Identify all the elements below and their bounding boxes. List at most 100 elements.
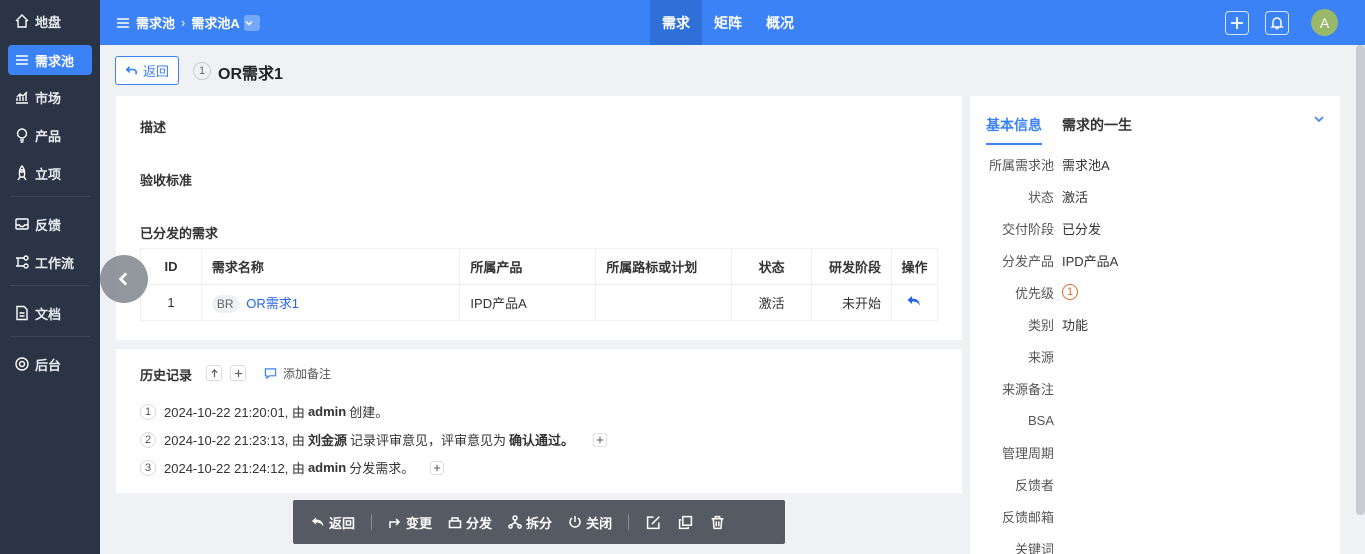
property-value: 已分发 bbox=[1062, 221, 1102, 237]
breadcrumb-current[interactable]: 需求池A bbox=[191, 13, 239, 32]
left-nav: 地盘 需求池 市场 产品 立项 反馈 工作流 文档 后台 bbox=[0, 0, 100, 554]
history-number: 1 bbox=[140, 403, 156, 420]
add-button[interactable] bbox=[1225, 10, 1249, 35]
property-value: 激活 bbox=[1062, 189, 1089, 205]
cell-name: BR OR需求1 bbox=[200, 284, 461, 321]
nav-label: 需求池 bbox=[35, 53, 75, 69]
nav-divider bbox=[10, 285, 90, 286]
col-status[interactable]: 状态 bbox=[731, 248, 813, 285]
expand-entry-button[interactable] bbox=[430, 460, 445, 475]
nav-item-workflow[interactable]: 工作流 bbox=[8, 247, 92, 277]
top-tabs: 需求 矩阵 概况 bbox=[650, 0, 806, 45]
inbox-icon bbox=[15, 218, 29, 230]
action-toolbar: 返回 变更 分发 拆分 关闭 bbox=[293, 500, 785, 544]
nav-label: 反馈 bbox=[35, 217, 62, 233]
back-action-button[interactable]: 返回 bbox=[303, 513, 363, 532]
tab-requirements[interactable]: 需求 bbox=[650, 0, 702, 45]
property-row: 来源备注 bbox=[970, 378, 1340, 398]
history-action: 创建。 bbox=[349, 405, 389, 420]
back-button[interactable]: 返回 bbox=[115, 56, 179, 85]
history-actor: admin bbox=[307, 404, 347, 419]
cell-id: 1 bbox=[140, 284, 202, 321]
history-number: 2 bbox=[140, 431, 156, 448]
requirement-index: 1 bbox=[193, 62, 211, 80]
add-note-button[interactable]: 添加备注 bbox=[264, 365, 331, 382]
nav-label: 工作流 bbox=[35, 255, 75, 271]
undo-icon[interactable] bbox=[906, 293, 922, 309]
col-id[interactable]: ID bbox=[140, 248, 202, 285]
scrollbar[interactable] bbox=[1356, 45, 1365, 515]
distribute-button[interactable]: 分发 bbox=[440, 513, 500, 532]
nav-item-docs[interactable]: 文档 bbox=[8, 298, 92, 328]
history-entry: 1 2024-10-22 21:20:01, 由 admin 创建。 bbox=[140, 402, 388, 421]
plus-icon bbox=[1231, 16, 1243, 29]
history-action: 记录评审意见，评审意见为 bbox=[349, 433, 506, 448]
property-value: 功能 bbox=[1062, 317, 1089, 333]
page-title: OR需求1 bbox=[218, 66, 283, 83]
property-label: 优先级 bbox=[1014, 285, 1054, 301]
close-requirement-button[interactable]: 关闭 bbox=[560, 513, 620, 532]
arrow-up-icon bbox=[210, 368, 218, 377]
copy-button[interactable] bbox=[673, 515, 697, 530]
expand-all-button[interactable] bbox=[230, 365, 246, 381]
breadcrumb-separator: › bbox=[181, 15, 186, 30]
tab-matrix[interactable]: 矩阵 bbox=[702, 0, 754, 45]
chevron-down-icon[interactable] bbox=[1312, 112, 1326, 126]
acceptance-title: 验收标准 bbox=[140, 173, 193, 188]
nav-item-requirement-pool[interactable]: 需求池 bbox=[8, 45, 92, 75]
property-row: 反馈者 bbox=[970, 474, 1340, 494]
property-value: IPD产品A bbox=[1062, 253, 1119, 269]
property-label: 状态 bbox=[1027, 189, 1054, 205]
col-stage[interactable]: 研发阶段 bbox=[811, 248, 892, 285]
col-product[interactable]: 所属产品 bbox=[459, 248, 597, 285]
history-entry: 3 2024-10-22 21:24:12, 由 admin 分发需求。 bbox=[140, 458, 445, 477]
tab-basic-info[interactable]: 基本信息 bbox=[986, 115, 1042, 145]
nav-item-home[interactable]: 地盘 bbox=[8, 6, 92, 36]
col-roadmap[interactable]: 所属路标或计划 bbox=[595, 248, 733, 285]
property-label: 管理周期 bbox=[1001, 445, 1054, 461]
expand-entry-button[interactable] bbox=[592, 432, 607, 447]
breadcrumb: 需求池 › 需求池A bbox=[116, 0, 260, 45]
bulb-icon bbox=[16, 128, 28, 143]
edit-button[interactable] bbox=[641, 515, 665, 530]
property-row: 分发产品 IPD产品A bbox=[970, 250, 1340, 270]
notification-button[interactable] bbox=[1265, 10, 1289, 35]
split-button[interactable]: 拆分 bbox=[500, 513, 560, 532]
history-number: 3 bbox=[140, 459, 156, 476]
menu-icon[interactable] bbox=[116, 16, 130, 30]
requirement-link[interactable]: OR需求1 bbox=[246, 296, 299, 311]
col-name[interactable]: 需求名称 bbox=[200, 248, 461, 285]
property-row: 管理周期 bbox=[970, 442, 1340, 462]
top-bar: 需求池 › 需求池A 需求 矩阵 概况 A bbox=[100, 0, 1365, 45]
nav-item-product[interactable]: 产品 bbox=[8, 120, 92, 150]
distribute-icon bbox=[448, 517, 462, 529]
history-action: 分发需求。 bbox=[349, 461, 415, 476]
col-actions: 操作 bbox=[890, 248, 939, 285]
chevron-down-icon[interactable] bbox=[243, 14, 260, 31]
delete-button[interactable] bbox=[705, 515, 729, 530]
toolbar-divider bbox=[371, 514, 373, 530]
close-label: 关闭 bbox=[586, 515, 613, 531]
avatar[interactable]: A bbox=[1311, 9, 1338, 36]
nav-item-project[interactable]: 立项 bbox=[8, 158, 92, 188]
sort-button[interactable] bbox=[206, 365, 222, 381]
split-label: 拆分 bbox=[526, 515, 553, 531]
cell-stage: 未开始 bbox=[811, 284, 892, 321]
table-row: 1 BR OR需求1 IPD产品A 激活 未开始 bbox=[140, 284, 939, 321]
collapse-sidebar-button[interactable] bbox=[100, 255, 148, 303]
change-button[interactable]: 变更 bbox=[380, 513, 440, 532]
history-title: 历史记录 bbox=[140, 368, 193, 383]
undo-icon bbox=[312, 517, 324, 527]
breadcrumb-root[interactable]: 需求池 bbox=[136, 13, 175, 32]
property-label: 类别 bbox=[1027, 317, 1054, 333]
history-entry: 2 2024-10-22 21:23:13, 由 刘金源 记录评审意见，评审意见… bbox=[140, 430, 607, 449]
nav-label: 市场 bbox=[35, 90, 62, 106]
nav-item-market[interactable]: 市场 bbox=[8, 82, 92, 112]
tab-overview[interactable]: 概况 bbox=[754, 0, 806, 45]
nav-item-feedback[interactable]: 反馈 bbox=[8, 209, 92, 239]
tab-lifecycle[interactable]: 需求的一生 bbox=[1062, 115, 1132, 143]
property-label: 分发产品 bbox=[1001, 253, 1054, 269]
property-row: 所属需求池 需求池A bbox=[970, 154, 1340, 174]
property-row: 交付阶段 已分发 bbox=[970, 218, 1340, 238]
nav-item-admin[interactable]: 后台 bbox=[8, 349, 92, 379]
